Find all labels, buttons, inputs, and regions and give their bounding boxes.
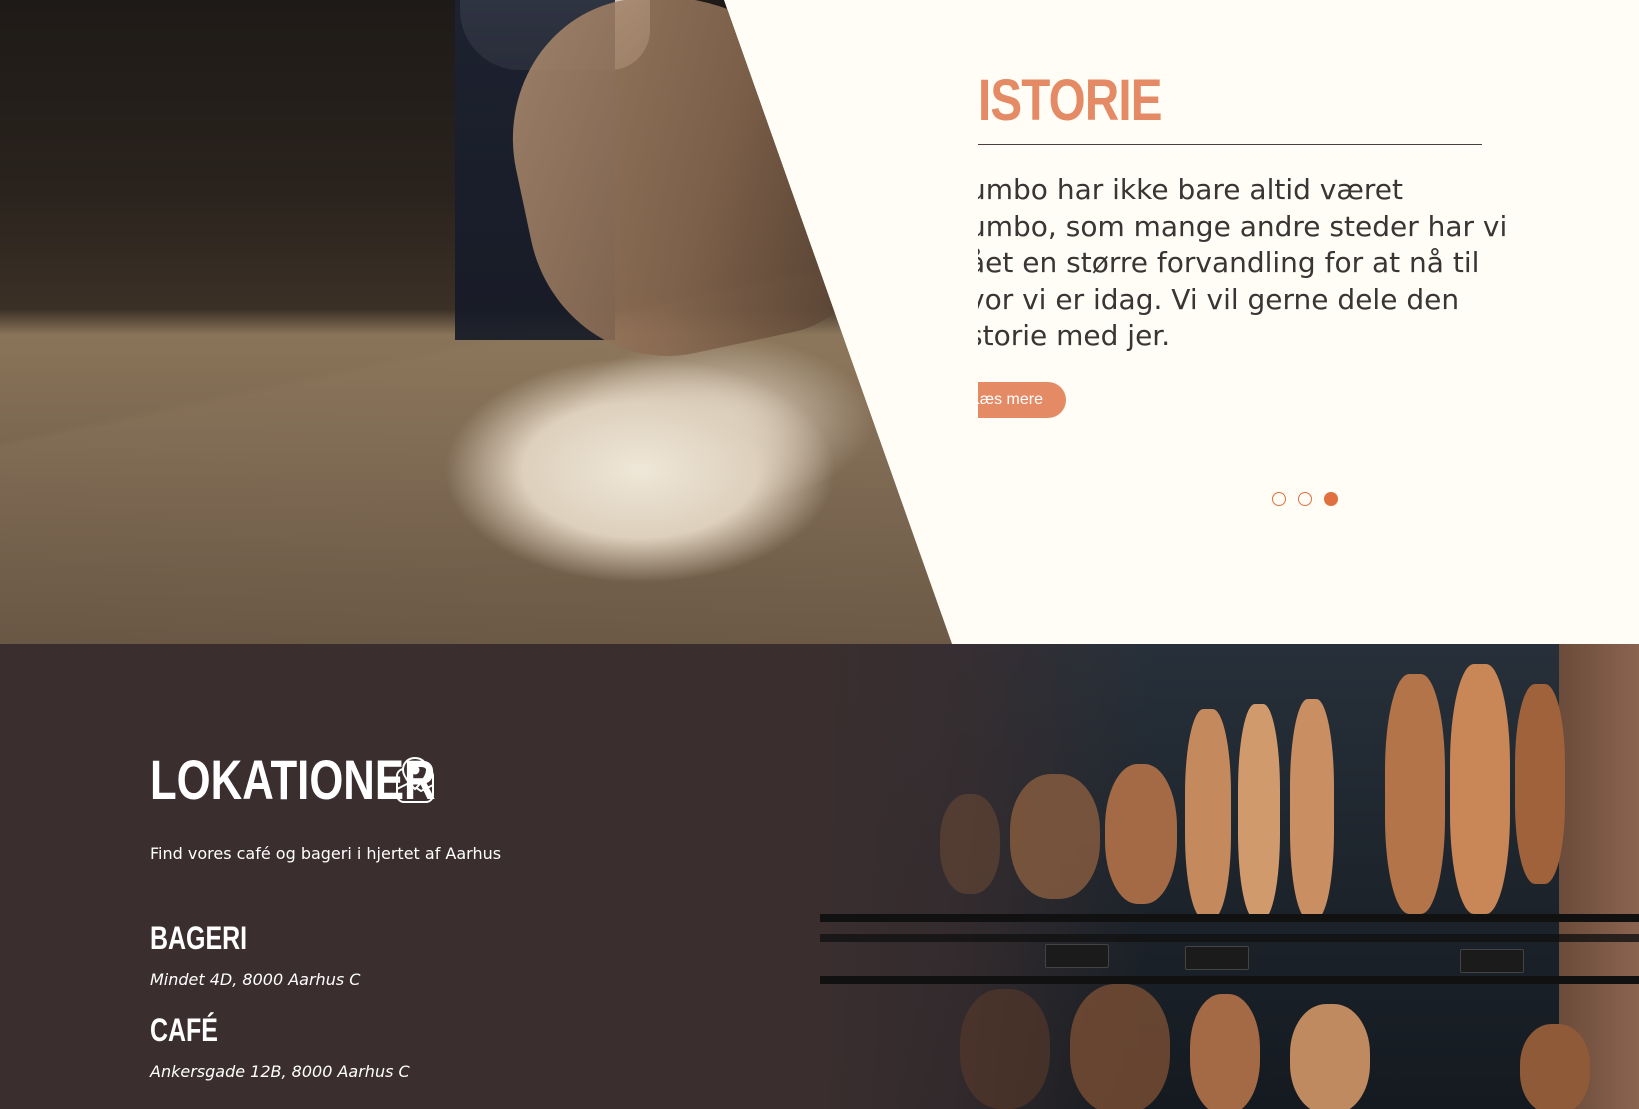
slide-title: ISTORIE bbox=[978, 68, 1162, 133]
locations-section: LOKATIONER Find vores café og bageri i h… bbox=[0, 644, 1639, 1109]
cafe-address: Ankersgade 12B, 8000 Aarhus C bbox=[150, 1062, 410, 1081]
bakery-title: BAGERI bbox=[150, 920, 248, 956]
story-slider: ISTORIE umbo har ikke bare altid været u… bbox=[0, 0, 1639, 644]
slider-dot-1[interactable] bbox=[1272, 492, 1286, 506]
baker-flour-photo bbox=[0, 0, 952, 644]
bakery-address: Mindet 4D, 8000 Aarhus C bbox=[150, 970, 361, 989]
locations-subtitle: Find vores café og bageri i hjertet af A… bbox=[150, 844, 502, 863]
bread-shelf-photo bbox=[820, 644, 1639, 1109]
slide-text: umbo har ikke bare altid været umbo, som… bbox=[978, 173, 1508, 352]
slider-dot-2[interactable] bbox=[1298, 492, 1312, 506]
slider-dot-3[interactable] bbox=[1324, 492, 1338, 506]
slide-content: ISTORIE umbo har ikke bare altid været u… bbox=[978, 60, 1578, 600]
slider-dots bbox=[1272, 492, 1338, 506]
title-divider bbox=[978, 144, 1482, 145]
cafe-title: CAFÉ bbox=[150, 1012, 218, 1048]
locations-title: LOKATIONER bbox=[150, 748, 436, 811]
read-more-button[interactable]: Læs mere bbox=[978, 382, 1066, 418]
